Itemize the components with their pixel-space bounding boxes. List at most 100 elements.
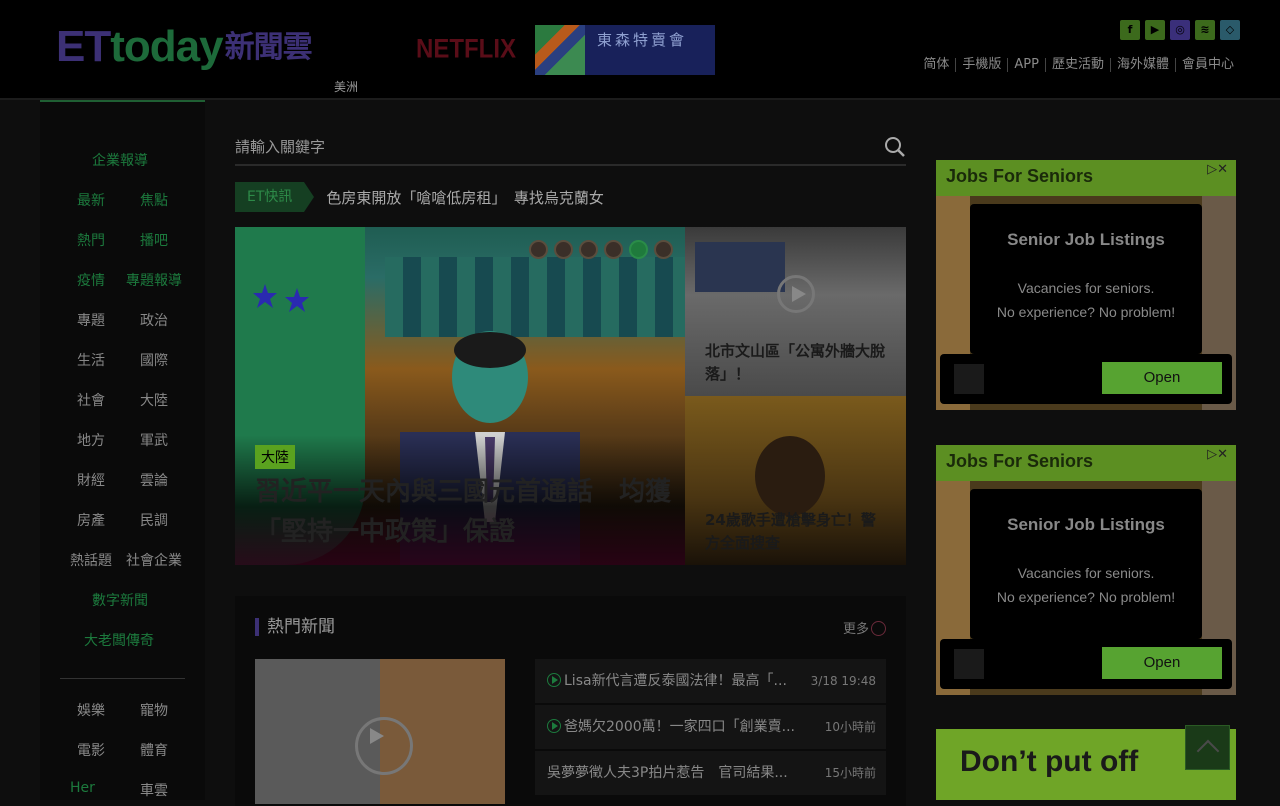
sidebar-item-digital[interactable]: 數字新聞 bbox=[92, 590, 148, 610]
sidebar-item[interactable]: 民調 bbox=[140, 510, 168, 530]
sidebar-item[interactable]: 車雲 bbox=[140, 780, 168, 800]
sidebar-item[interactable]: 熱話題 bbox=[70, 550, 112, 570]
sidebar-item[interactable]: 最新 bbox=[77, 190, 105, 210]
ad-footer: Open bbox=[940, 639, 1232, 689]
line-icon[interactable]: ◇ bbox=[1220, 20, 1240, 40]
ad-line1: Vacancies for seniors. bbox=[1017, 565, 1155, 581]
slide-dot[interactable] bbox=[654, 240, 673, 259]
hot-news-heading: 熱門新聞 bbox=[255, 618, 335, 636]
slide-dot-active[interactable] bbox=[629, 240, 648, 259]
search-icon[interactable] bbox=[884, 136, 906, 158]
ad-jobs-for-seniors[interactable]: Jobs For Seniors ▷✕ Senior Job Listings Vac… bbox=[936, 445, 1236, 695]
sidebar-item[interactable]: 國際 bbox=[140, 350, 168, 370]
hot-news-title: Lisa新代言遭反泰國法律！最高「... bbox=[564, 673, 787, 689]
sidebar-item[interactable]: Her bbox=[70, 780, 95, 796]
banner-text: 東森特賣會 bbox=[597, 31, 688, 49]
instagram-icon[interactable]: ◎ bbox=[1170, 20, 1190, 40]
ad-jobs-for-seniors[interactable]: Jobs For Seniors ▷✕ Senior Job Listings Vac… bbox=[936, 160, 1236, 410]
hero-category[interactable]: 大陸 bbox=[255, 445, 295, 469]
sidebar-item[interactable]: 疫情 bbox=[77, 270, 105, 290]
hot-news-title: 爸媽欠2000萬！一家四口「創業賣... bbox=[564, 719, 795, 735]
ad3-text: Don’t put off bbox=[960, 745, 1139, 778]
hot-news-item[interactable]: 吳夢夢徵人夫3P拍片惹告 官司結果... 15小時前 bbox=[535, 751, 886, 795]
hot-news-item[interactable]: 爸媽欠2000萬！一家四口「創業賣... 10小時前 bbox=[535, 705, 886, 749]
region-label[interactable]: 美洲 bbox=[334, 78, 358, 95]
sidebar-item[interactable]: 生活 bbox=[77, 350, 105, 370]
video-icon bbox=[547, 719, 561, 733]
ad-header-bar: Jobs For Seniors ▷✕ bbox=[936, 445, 1236, 481]
flash-headline[interactable]: 色房東開放「嗆嗆低房租」 專找烏克蘭女 bbox=[326, 187, 604, 208]
sidebar-item[interactable]: 社會企業 bbox=[126, 550, 182, 570]
back-to-top-button[interactable] bbox=[1185, 725, 1230, 770]
top-nav-item[interactable]: 會員中心 bbox=[1174, 58, 1240, 72]
hot-news-item[interactable]: Lisa新代言遭反泰國法律！最高「... 3/18 19:48 bbox=[535, 659, 886, 703]
sidebar-item[interactable]: 熱門 bbox=[77, 230, 105, 250]
ad-line2: No experience? No problem! bbox=[996, 304, 1176, 320]
sidebar-item[interactable]: 財經 bbox=[77, 470, 105, 490]
ad-bar-title: Jobs For Seniors bbox=[946, 451, 1094, 471]
sidebar-item[interactable]: 大陸 bbox=[140, 390, 168, 410]
ad-footer: Open bbox=[940, 354, 1232, 404]
ad-close-icon[interactable]: ▷✕ bbox=[1207, 162, 1228, 177]
top-nav-item[interactable]: 手機版 bbox=[955, 58, 1007, 72]
sidebar-item[interactable]: 寵物 bbox=[140, 700, 168, 720]
flash-news: ET快訊 色房東開放「嗆嗆低房租」 專找烏克蘭女 bbox=[235, 182, 604, 212]
side-story-1[interactable]: 北市文山區「公寓外牆大脫落」！ bbox=[685, 227, 906, 396]
sidebar-item[interactable]: 社會 bbox=[77, 390, 105, 410]
top-nav-item[interactable]: 简体 bbox=[917, 58, 955, 72]
play-icon[interactable] bbox=[777, 275, 815, 313]
facebook-icon[interactable]: f bbox=[1120, 20, 1140, 40]
logo-news: 新聞雲 bbox=[224, 31, 313, 64]
logo-et: ET bbox=[56, 22, 111, 71]
slide-dot[interactable] bbox=[604, 240, 623, 259]
ad-close-icon[interactable]: ▷✕ bbox=[1207, 447, 1228, 462]
slide-dot[interactable] bbox=[579, 240, 598, 259]
sidebar-item[interactable]: 地方 bbox=[77, 430, 105, 450]
sidebar-item[interactable]: 專題報導 bbox=[126, 270, 182, 290]
sidebar-item[interactable]: 娛樂 bbox=[77, 700, 105, 720]
hot-news-thumbnail[interactable] bbox=[255, 659, 505, 804]
top-nav-item[interactable]: 海外媒體 bbox=[1109, 58, 1175, 72]
more-link[interactable]: 更多 bbox=[843, 618, 886, 637]
top-nav-item[interactable]: APP bbox=[1007, 58, 1045, 72]
flash-tag: ET快訊 bbox=[235, 182, 315, 212]
sidebar-item[interactable]: 雲論 bbox=[140, 470, 168, 490]
logo-today: today bbox=[110, 22, 223, 71]
sidebar-item[interactable]: 電影 bbox=[77, 740, 105, 760]
sidebar-item[interactable]: 焦點 bbox=[140, 190, 168, 210]
ad-open-button[interactable]: Open bbox=[1102, 362, 1222, 394]
site-header: ETtoday新聞雲 美洲 NETFLIX 東森特賣會 f ▶ ◎ ≋ ◇ 简体 手機版 A… bbox=[0, 0, 1280, 100]
sidebar-item[interactable]: 軍武 bbox=[140, 430, 168, 450]
rss-icon[interactable]: ≋ bbox=[1195, 20, 1215, 40]
youtube-icon[interactable]: ▶ bbox=[1145, 20, 1165, 40]
sidebar-item[interactable]: 房產 bbox=[77, 510, 105, 530]
side-story-caption: 北市文山區「公寓外牆大脫落」！ bbox=[705, 342, 886, 383]
banner-artwork bbox=[535, 25, 585, 75]
sidebar-item-boss[interactable]: 大老闆傳奇 bbox=[84, 630, 154, 650]
sale-banner[interactable]: 東森特賣會 bbox=[535, 25, 715, 75]
advertiser-logo bbox=[954, 649, 984, 679]
sidebar-divider bbox=[60, 678, 185, 679]
hot-news-time: 10小時前 bbox=[820, 705, 876, 749]
ad-title: Senior Job Listings bbox=[1007, 515, 1165, 534]
building-image bbox=[695, 242, 785, 292]
hero-story[interactable]: 大陸 習近平一天內與三國元首通話 均獲「堅持一中政策」保證 bbox=[235, 227, 685, 565]
video-icon bbox=[547, 673, 561, 687]
ad-open-button[interactable]: Open bbox=[1102, 647, 1222, 679]
play-icon[interactable] bbox=[355, 717, 413, 775]
top-nav-item[interactable]: 歷史活動 bbox=[1044, 58, 1110, 72]
sidebar-item[interactable]: 專題 bbox=[77, 310, 105, 330]
sidebar-item-enterprise[interactable]: 企業報導 bbox=[92, 150, 148, 170]
slide-dot[interactable] bbox=[529, 240, 548, 259]
ettoday-logo[interactable]: ETtoday新聞雲 bbox=[56, 22, 313, 73]
search-input[interactable] bbox=[235, 130, 835, 164]
slide-dot[interactable] bbox=[554, 240, 573, 259]
side-story-caption: 24歲歌手遭槍擊身亡！警方全面搜查 bbox=[705, 511, 876, 552]
side-story-2[interactable]: 24歲歌手遭槍擊身亡！警方全面搜查 bbox=[685, 396, 906, 565]
sidebar-item[interactable]: 播吧 bbox=[140, 230, 168, 250]
more-label: 更多 bbox=[842, 622, 869, 637]
sidebar-item[interactable]: 政治 bbox=[140, 310, 168, 330]
sidebar-item[interactable]: 體育 bbox=[140, 740, 168, 760]
hero-title[interactable]: 習近平一天內與三國元首通話 均獲「堅持一中政策」保證 bbox=[255, 472, 675, 552]
netflix-logo[interactable]: NETFLIX bbox=[416, 35, 516, 66]
